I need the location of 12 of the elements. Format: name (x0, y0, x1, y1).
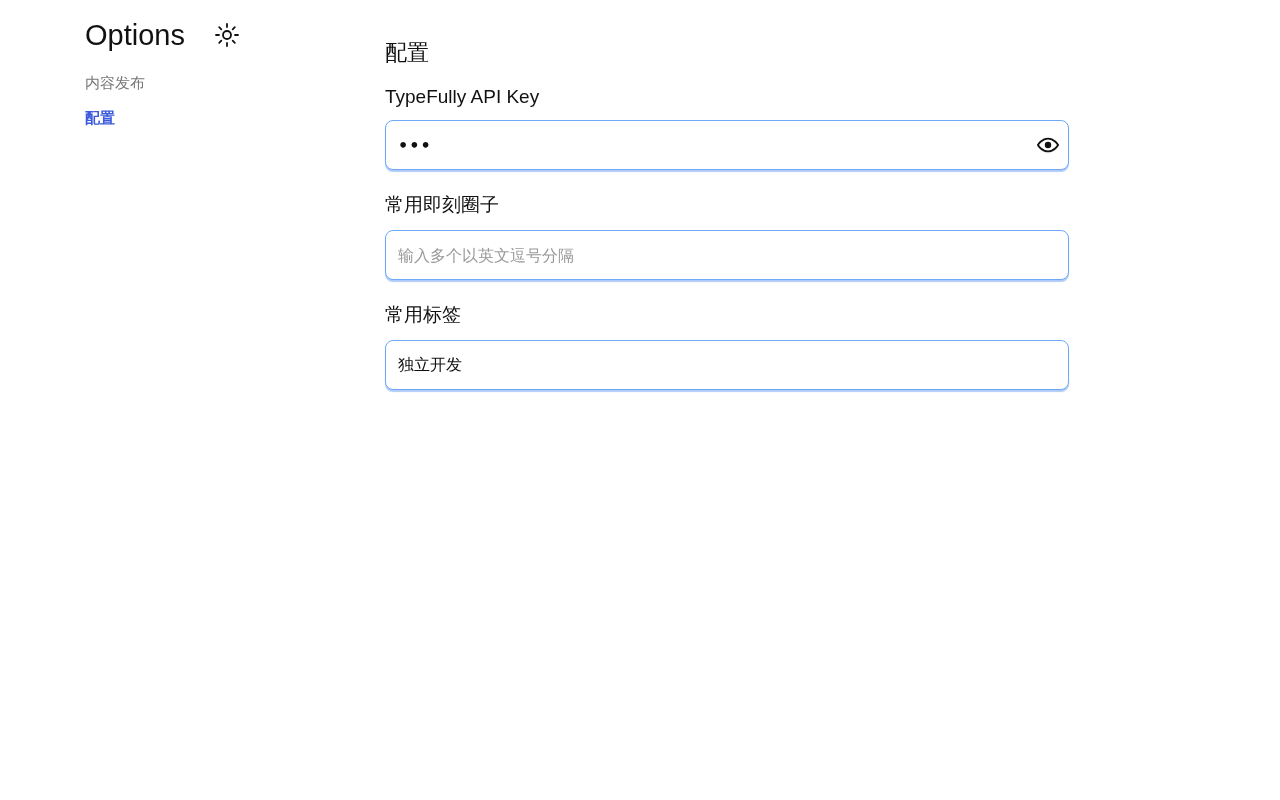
nav-link[interactable]: 配置 (85, 109, 115, 128)
input-field[interactable]: 输入多个以英文逗号分隔 (385, 230, 1069, 280)
nav-link[interactable]: 内容发布 (85, 74, 145, 93)
page-title: Options (85, 18, 185, 52)
eye-icon[interactable] (1037, 137, 1059, 153)
password-field[interactable]: ••• (385, 120, 1069, 170)
input-field[interactable]: 独立开发 (385, 340, 1069, 390)
field-label: 常用即刻圈子 (385, 193, 499, 217)
field-label: TypeFully API Key (385, 86, 540, 108)
sun-icon[interactable] (214, 23, 239, 47)
section-heading: 配置 (385, 39, 430, 67)
field-label: 常用标签 (385, 303, 461, 327)
